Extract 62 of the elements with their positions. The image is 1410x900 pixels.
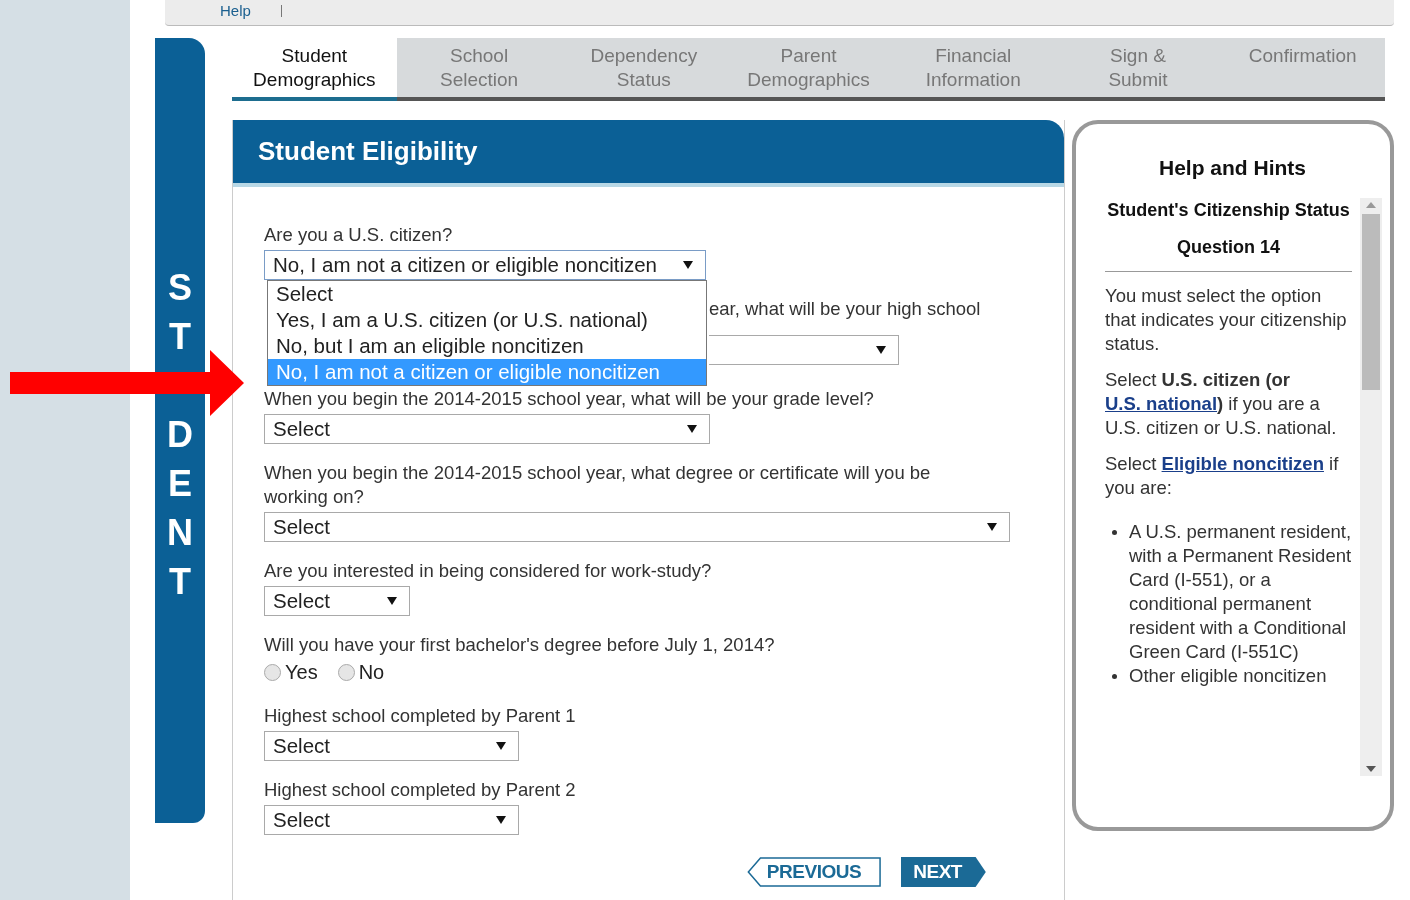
caret-icon [387, 597, 397, 605]
scroll-up-icon[interactable] [1366, 201, 1376, 208]
help-subtitle: Student's Citizenship Status [1106, 198, 1351, 222]
next-button[interactable]: NEXT [901, 857, 986, 887]
caret-icon [496, 816, 506, 824]
panel-title: Student Eligibility [258, 135, 478, 168]
radio-button[interactable] [264, 663, 281, 681]
radio-label: Yes [285, 660, 318, 685]
question-label: Are you a U.S. citizen? [264, 223, 454, 247]
select-field[interactable]: Select [264, 512, 1010, 542]
question-label: When you begin the 2014-2015 school year, what degree or certificate will you be working on? [264, 461, 932, 509]
select-field[interactable]: Select [264, 414, 710, 444]
select-field[interactable]: Select [264, 586, 410, 616]
scrollbar-thumb[interactable] [1362, 213, 1380, 390]
side-letter: T [169, 315, 191, 359]
question-label: Will you have your first bachelor's degree before July 1, 2014? [264, 633, 776, 657]
side-letter: T [169, 560, 191, 604]
help-link[interactable]: Help [220, 5, 282, 17]
caret-icon [876, 346, 886, 354]
bullet-icon [1112, 673, 1117, 679]
caret-icon [687, 425, 697, 433]
scroll-down-icon[interactable] [1366, 765, 1376, 772]
help-paragraph: Select Eligible noncitizen if you are: [1105, 451, 1340, 500]
question-label: Highest school completed by Parent 1 [264, 704, 577, 728]
caret-icon [683, 261, 693, 269]
help-title: Help and Hints [1158, 155, 1307, 181]
side-letter: S [168, 266, 192, 310]
select-field[interactable]: No, I am not a citizen or eligible noncitizen [264, 250, 706, 280]
caret-icon [496, 742, 506, 750]
select-field[interactable] [709, 335, 899, 365]
radio-button[interactable] [337, 663, 355, 681]
help-paragraph: You must select the option that indicates your citizenship status. [1105, 283, 1348, 356]
step-tab[interactable]: Student Demographics [232, 38, 397, 101]
question-number: Question 14 [1105, 233, 1352, 272]
select-field[interactable]: Select [264, 731, 519, 761]
bullet-icon [1112, 529, 1117, 535]
select-value: No, I am not a citizen or eligible noncitizen [273, 251, 657, 278]
side-letter: D [167, 413, 193, 457]
dropdown-option[interactable]: Select [268, 281, 706, 307]
question-label: Highest school completed by Parent 2 [264, 778, 577, 802]
select-field[interactable]: Select [264, 805, 519, 835]
select-value: Select [273, 415, 330, 442]
radio-label: No [358, 660, 385, 685]
question-label: ear, what will be your high school [709, 297, 982, 321]
bullet-text: Other eligible noncitizen [1129, 663, 1327, 688]
scrollbar[interactable] [1360, 197, 1382, 776]
side-letter: N [167, 511, 193, 555]
help-link[interactable]: Eligible noncitizen [1161, 452, 1324, 474]
select-value: Select [273, 732, 330, 759]
help-paragraph: Select U.S. citizen (or U.S. national) if you are a U.S. citizen or U.S. national. [1105, 367, 1338, 440]
help-link[interactable]: U.S. national [1105, 392, 1218, 414]
select-value: Select [273, 806, 330, 833]
select-value: Select [273, 513, 330, 540]
question-label: Are you interested in being considered for work-study? [264, 559, 713, 583]
dropdown-option[interactable]: No, but I am an eligible noncitizen [268, 333, 706, 359]
side-letter: E [168, 462, 192, 506]
dropdown-option[interactable]: Yes, I am a U.S. citizen (or U.S. national) [268, 307, 706, 333]
question-label: When you begin the 2014-2015 school year, what will be your grade level? [264, 387, 875, 411]
previous-button[interactable]: PREVIOUS [746, 857, 882, 887]
caret-icon [987, 523, 997, 531]
bullet-text: A U.S. permanent resident, with a Permanent Resident Card (I-551), or a conditional permanent resident with a Conditional Green Card (I-551C) [1129, 519, 1352, 664]
select-value: Select [273, 587, 330, 614]
